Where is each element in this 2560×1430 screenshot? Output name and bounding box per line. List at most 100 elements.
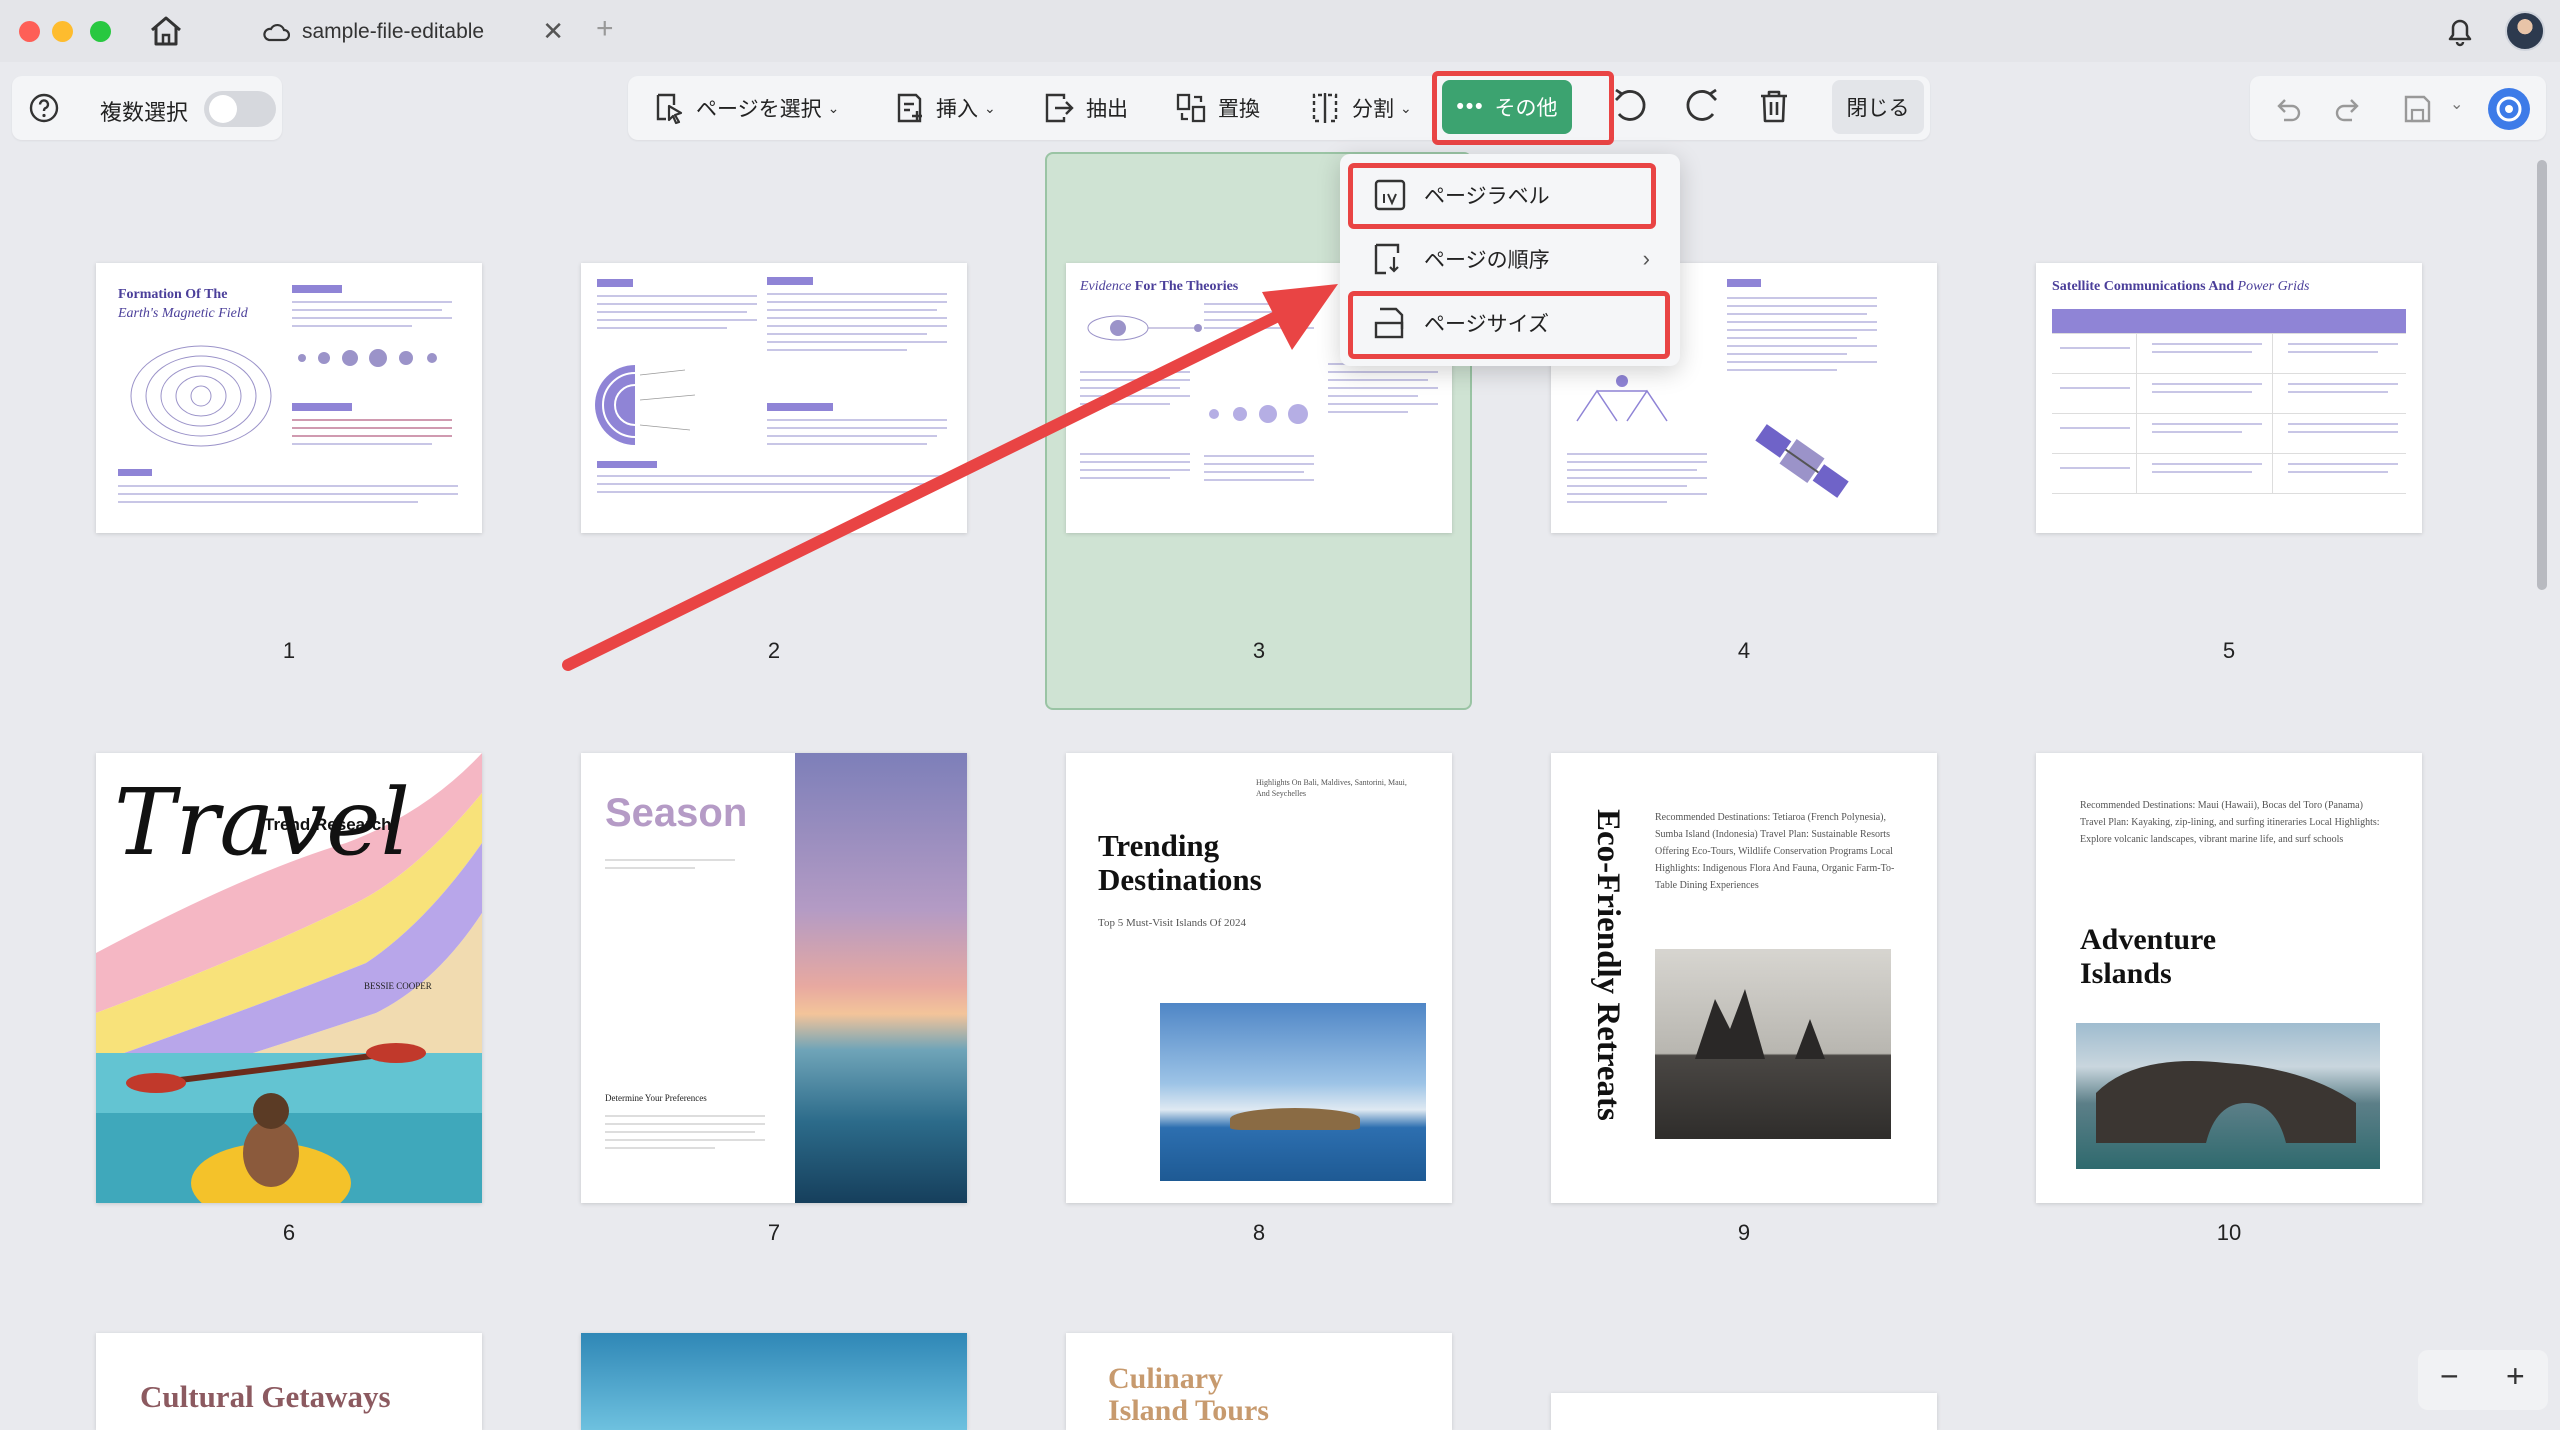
home-icon[interactable]	[148, 14, 184, 48]
main-toolbar: ページを選択 ⌄ 挿入 ⌄ 抽出 置換 分割 ⌄	[628, 76, 1930, 140]
page-number-4: 4	[1737, 638, 1751, 663]
page-number-9: 9	[1737, 1220, 1751, 1245]
table-grid	[2052, 333, 2406, 533]
page-10-title-line2: Islands	[2080, 957, 2172, 990]
page-6-author: BESSIE COOPER	[364, 981, 432, 991]
page-thumbnail-10[interactable]: Recommended Destinations: Maui (Hawaii),…	[2036, 753, 2422, 1203]
zoom-out-button[interactable]: −	[2440, 1358, 2459, 1395]
page-number-1: 1	[282, 638, 296, 663]
redo-icon[interactable]	[2332, 92, 2366, 126]
sea-stacks-photo	[1655, 949, 1891, 1139]
page-13-title-line2: Island Tours	[1108, 1394, 1269, 1427]
menu-item-page-order[interactable]: ページの順序 ›	[1354, 230, 1666, 288]
extract-button[interactable]: 抽出	[1042, 90, 1128, 126]
left-toolbar: 複数選択	[12, 76, 282, 140]
save-icon[interactable]	[2400, 92, 2434, 126]
ai-assistant-icon[interactable]	[2488, 88, 2530, 130]
tab-close-button[interactable]: ✕	[542, 16, 564, 47]
page-7-heading: Determine Your Preferences	[605, 1093, 707, 1103]
extract-label: 抽出	[1086, 98, 1128, 121]
page-6-subtitle: Trend Research	[264, 815, 392, 834]
satellite-dish-diagram	[1576, 375, 1668, 422]
page-thumbnail-11[interactable]: Cultural Getaways	[96, 1333, 482, 1430]
page-8-header: Highlights On Bali, Maldives, Santorini,…	[1256, 778, 1407, 798]
multi-select-label: 複数選択	[100, 100, 189, 125]
globe-layers-diagram	[595, 365, 696, 445]
insert-page-icon	[897, 93, 922, 123]
page-10-body: Recommended Destinations: Maui (Hawaii),…	[2080, 800, 2380, 845]
page-number-7: 7	[767, 1220, 781, 1245]
page-thumbnail-7[interactable]: Season Determine Your Preferences	[581, 753, 967, 1203]
page-10-title-line1: Adventure	[2080, 923, 2217, 956]
title-bar: sample-file-editable ✕ +	[0, 0, 2560, 62]
new-tab-button[interactable]: +	[596, 12, 614, 46]
delete-icon[interactable]	[1754, 86, 1794, 126]
select-pages-label: ページを選択	[696, 98, 822, 121]
page-number-2: 2	[767, 638, 781, 663]
split-label: 分割	[1352, 98, 1394, 121]
menu-item-page-order-text: ページの順序	[1424, 249, 1550, 272]
page-order-icon	[1374, 243, 1400, 275]
island-photo	[1160, 1003, 1426, 1181]
page-9-body: Recommended Destinations: Tetiaroa (Fren…	[1655, 812, 1895, 891]
orbit-diagram	[1087, 315, 1202, 341]
page-thumbnail-8[interactable]: Highlights On Bali, Maldives, Santorini,…	[1066, 753, 1452, 1203]
planet-size-diagram	[1209, 404, 1308, 424]
tab-title: sample-file-editable	[302, 20, 485, 43]
window-close-button[interactable]	[19, 21, 40, 42]
replace-button[interactable]: 置換	[1174, 90, 1260, 126]
page-number-10: 10	[2216, 1220, 2242, 1245]
page-7-title: Season	[605, 791, 748, 835]
sunset-sea-image	[795, 753, 967, 1203]
page-thumbnail-1[interactable]: Formation Of The Earth's Magnetic Field	[96, 263, 482, 533]
vertical-scrollbar[interactable]	[2537, 160, 2547, 590]
page-thumbnail-12[interactable]	[581, 1333, 967, 1430]
bell-icon[interactable]	[2444, 14, 2476, 48]
insert-label: 挿入	[936, 98, 978, 121]
page-number-3: 3	[1252, 638, 1266, 663]
split-icon	[1312, 93, 1338, 123]
multi-select-toggle[interactable]	[204, 91, 276, 127]
window-maximize-button[interactable]	[90, 21, 111, 42]
zoom-controls: − +	[2418, 1350, 2548, 1410]
page-8-title-line2: Destinations	[1098, 862, 1262, 897]
page-thumbnail-6[interactable]: Travel Trend Research BESSIE COOPER	[96, 753, 482, 1203]
extract-icon	[1045, 93, 1074, 123]
page-13-title-line1: Culinary	[1108, 1362, 1224, 1395]
rotate-left-icon[interactable]	[1610, 86, 1650, 126]
page-3-title: Evidence For The Theories	[1080, 279, 1239, 294]
page-thumbnail-5[interactable]: Satellite Communications And Power Grids	[2036, 263, 2422, 533]
save-options-chevron-icon[interactable]: ⌄	[2450, 94, 2463, 114]
page-number-8: 8	[1252, 1220, 1266, 1245]
zoom-in-button[interactable]: +	[2506, 1358, 2525, 1395]
user-avatar[interactable]	[2505, 11, 2545, 51]
replace-icon	[1176, 93, 1206, 123]
select-page-icon	[656, 93, 683, 125]
insert-button[interactable]: 挿入 ⌄	[892, 90, 996, 126]
page-number-6: 6	[282, 1220, 296, 1245]
window-minimize-button[interactable]	[52, 21, 73, 42]
page-1-title-line1: Formation Of The	[118, 287, 228, 302]
document-tab[interactable]: sample-file-editable ✕	[262, 12, 572, 52]
page-label-highlight	[1348, 163, 1656, 229]
page-8-title-line1: Trending	[1098, 828, 1220, 863]
sphere-sequence-diagram	[298, 349, 437, 367]
page-number-5: 5	[2222, 638, 2236, 663]
page-thumbnail-2[interactable]	[581, 263, 967, 533]
page-11-title: Cultural Getaways	[140, 1379, 391, 1414]
satellite-image	[1755, 424, 1849, 498]
undo-icon[interactable]	[2270, 92, 2304, 126]
cloud-icon	[263, 23, 290, 42]
rotate-right-icon[interactable]	[1682, 86, 1722, 126]
close-button[interactable]: 閉じる	[1832, 80, 1924, 134]
chevron-right-icon: ›	[1642, 246, 1650, 271]
right-toolbar: ⌄	[2250, 76, 2546, 140]
page-9-title: Eco-Friendly Retreats	[1590, 809, 1626, 1121]
page-thumbnail-9[interactable]: Eco-Friendly Retreats Recommended Destin…	[1551, 753, 1937, 1203]
select-pages-button[interactable]: ページを選択 ⌄	[652, 90, 839, 126]
split-button[interactable]: 分割 ⌄	[1308, 90, 1412, 126]
page-thumbnail-13[interactable]: Culinary Island Tours	[1066, 1333, 1452, 1430]
page-thumbnail-14[interactable]	[1551, 1393, 1937, 1430]
magnetic-field-diagram	[130, 345, 272, 447]
help-icon[interactable]	[28, 92, 60, 124]
